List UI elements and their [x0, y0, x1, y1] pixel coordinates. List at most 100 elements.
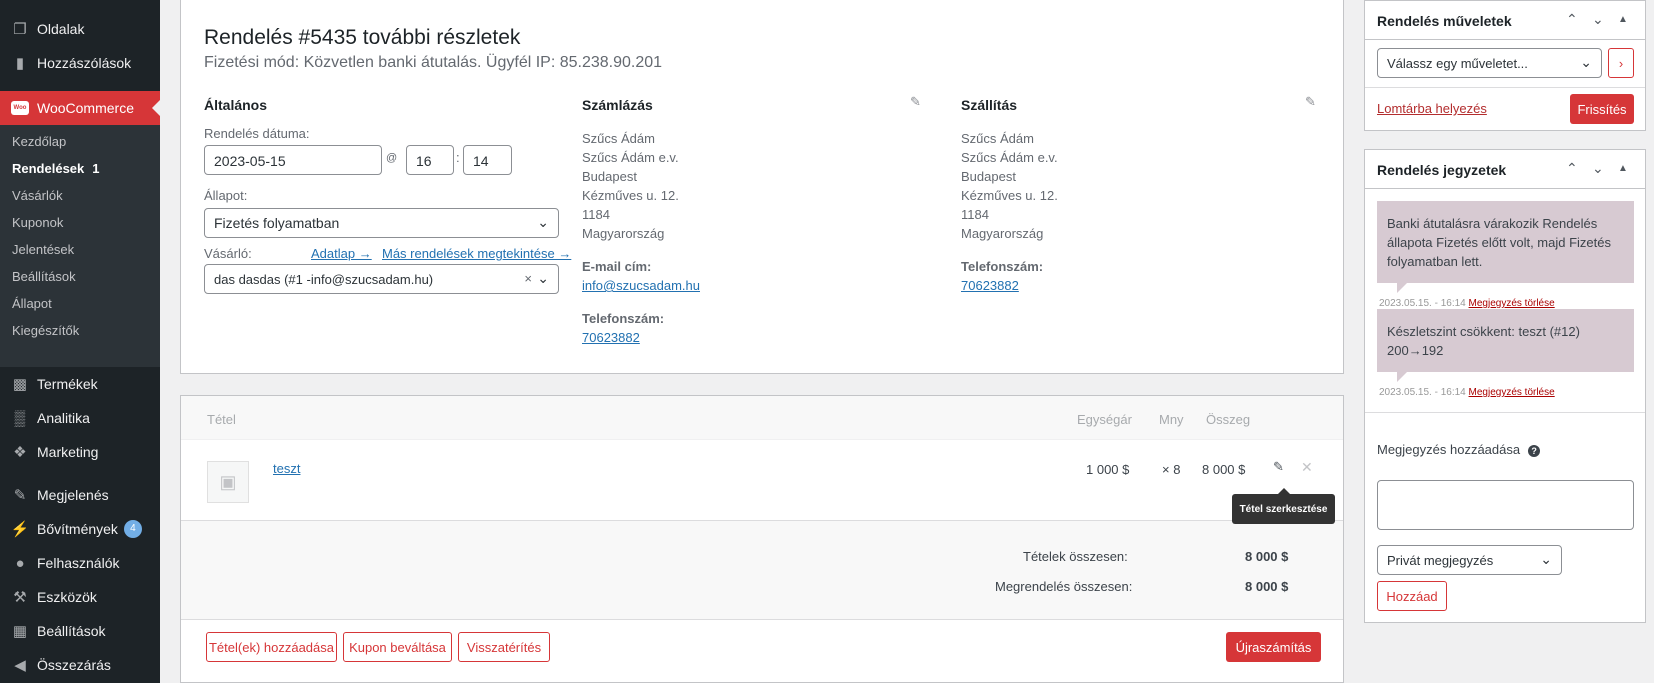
items-total-label: Tételek összesen:	[1023, 549, 1128, 564]
chevron-right-icon: ›	[1618, 55, 1624, 71]
billing-heading: Számlázás	[582, 97, 653, 113]
order-subtitle: Fizetési mód: Közvetlen banki átutalás. …	[204, 54, 663, 71]
billing-name: Szűcs Ádám	[582, 131, 655, 146]
edit-billing-pencil-icon[interactable]: ✎	[910, 94, 921, 110]
submenu-item-status[interactable]: Állapot	[12, 296, 52, 311]
submenu-item-orders[interactable]: Rendelések 1	[12, 161, 100, 176]
order-date-label: Rendelés dátuma:	[204, 126, 310, 141]
submenu-item-settings[interactable]: Beállítások	[12, 269, 76, 284]
edit-item-tooltip: Tétel szerkesztése	[1232, 488, 1335, 524]
menu-item-appearance[interactable]: ✎ Megjelenés	[0, 478, 160, 512]
order-note: Készletszint csökkent: teszt (#12) 200→1…	[1377, 309, 1634, 382]
add-note-button[interactable]: Hozzáad	[1377, 581, 1447, 611]
products-icon: ▩	[12, 376, 28, 393]
add-items-button[interactable]: Tétel(ek) hozzáadása	[206, 632, 337, 662]
order-title: Rendelés #5435 további részletek	[204, 26, 521, 49]
billing-city: Budapest	[582, 169, 637, 184]
plugins-icon: ⚡	[10, 521, 30, 538]
shipping-city: Budapest	[961, 169, 1016, 184]
billing-phone-label: Telefonszám:	[582, 311, 665, 326]
order-notes-box: Rendelés jegyzetek ⌃ ⌄ ▲ Banki átutalásr…	[1364, 149, 1646, 623]
menu-item-collapse[interactable]: ◀ Összezárás	[0, 648, 160, 682]
menu-item-woocommerce[interactable]: Woo WooCommerce	[0, 91, 160, 125]
delete-item-icon[interactable]: ✕	[1301, 459, 1313, 476]
apply-coupon-button[interactable]: Kupon beváltása	[343, 632, 452, 662]
order-items-panel: Tétel Egységár Mny Összeg ▣ teszt 1 000 …	[180, 395, 1344, 683]
toggle-panel-icon[interactable]: ▲	[1618, 14, 1628, 25]
order-data-panel: Rendelés #5435 további részletek Fizetés…	[180, 0, 1344, 374]
product-link[interactable]: teszt	[273, 461, 300, 476]
billing-country: Magyarország	[582, 226, 665, 241]
order-hour-input[interactable]: 16	[406, 145, 454, 175]
note-textarea[interactable]	[1377, 480, 1634, 530]
menu-item-products[interactable]: ▩ Termékek	[0, 367, 160, 401]
menu-item-comments[interactable]: ▮ Hozzászólások	[0, 46, 160, 80]
users-icon: ●	[15, 554, 25, 572]
move-to-trash-link[interactable]: Lomtárba helyezés	[1377, 101, 1487, 116]
recalculate-button[interactable]: Újraszámítás	[1226, 632, 1321, 662]
submenu-item-extensions[interactable]: Kiegészítők	[12, 323, 79, 338]
pages-icon: ❐	[13, 21, 27, 38]
collapse-icon: ◀	[14, 657, 26, 674]
col-qty: Mny	[1159, 412, 1184, 427]
refund-button[interactable]: Visszatérítés	[458, 632, 550, 662]
general-heading: Általános	[204, 97, 268, 113]
customer-label: Vásárló:	[204, 246, 252, 261]
billing-company: Szűcs Ádám e.v.	[582, 150, 679, 165]
order-total-label: Megrendelés összesen:	[995, 579, 1133, 594]
edit-item-pencil-icon[interactable]: ✎	[1273, 459, 1284, 475]
help-icon[interactable]: ?	[1528, 445, 1541, 457]
menu-item-users[interactable]: ● Felhasználók	[0, 546, 160, 580]
shipping-phone-link[interactable]: 70623882	[961, 278, 1019, 293]
menu-item-marketing[interactable]: ❖ Marketing	[0, 435, 160, 469]
tools-icon: ⚒	[13, 589, 27, 606]
time-colon: :	[456, 150, 460, 165]
submenu-item-reports[interactable]: Jelentések	[12, 242, 74, 257]
shipping-heading: Szállítás	[961, 97, 1018, 113]
note-type-select[interactable]: Privát megjegyzés ⌄	[1377, 545, 1562, 575]
other-orders-link[interactable]: Más rendelések megtekintése →	[382, 246, 571, 261]
edit-shipping-pencil-icon[interactable]: ✎	[1305, 94, 1316, 110]
customer-profile-link[interactable]: Adatlap →	[311, 246, 372, 261]
toggle-panel-icon[interactable]: ▲	[1618, 163, 1628, 174]
menu-item-analytics[interactable]: ▒ Analitika	[0, 401, 160, 435]
col-total: Összeg	[1206, 412, 1251, 427]
clear-customer-icon[interactable]: ×	[524, 271, 532, 286]
apply-action-button[interactable]: ›	[1608, 48, 1634, 78]
billing-postcode: 1184	[582, 207, 610, 222]
submenu-item-customers[interactable]: Vásárlók	[12, 188, 63, 203]
admin-sidebar: ❐ Oldalak ▮ Hozzászólások Woo WooCommerc…	[0, 0, 160, 683]
update-order-button[interactable]: Frissítés	[1570, 94, 1634, 124]
menu-item-settings[interactable]: ▦ Beállítások	[0, 614, 160, 648]
menu-item-pages[interactable]: ❐ Oldalak	[0, 12, 160, 46]
move-down-icon[interactable]: ⌄	[1592, 160, 1604, 177]
menu-item-tools[interactable]: ⚒ Eszközök	[0, 580, 160, 614]
move-up-icon[interactable]: ⌃	[1566, 11, 1578, 28]
submenu-item-coupons[interactable]: Kuponok	[12, 215, 63, 230]
billing-phone-link[interactable]: 70623882	[582, 330, 640, 345]
menu-item-plugins[interactable]: ⚡ Bővítmények 4	[0, 512, 160, 546]
order-minute-input[interactable]: 14	[463, 145, 512, 175]
submenu-item-home[interactable]: Kezdőlap	[12, 134, 66, 149]
billing-email-label: E-mail cím:	[582, 259, 652, 274]
order-action-select[interactable]: Válassz egy műveletet... ⌄	[1377, 48, 1602, 78]
note-meta: 2023.05.15. - 16:14 Megjegyzés törlése	[1379, 298, 1555, 309]
appearance-icon: ✎	[13, 487, 27, 504]
move-up-icon[interactable]: ⌃	[1566, 160, 1578, 177]
order-total-value: 8 000 $	[1245, 579, 1289, 594]
order-date-input[interactable]: 2023-05-15	[204, 145, 382, 175]
row-qty: × 8	[1162, 462, 1181, 477]
order-note: Banki átutalásra várakozik Rendelés álla…	[1377, 201, 1634, 293]
shipping-country: Magyarország	[961, 226, 1044, 241]
move-down-icon[interactable]: ⌄	[1592, 11, 1604, 28]
customer-select[interactable]: das dasdas (#1 -info@szucsadam.hu) × ⌄	[204, 264, 559, 294]
delete-note-link[interactable]: Megjegyzés törlése	[1469, 387, 1555, 398]
delete-note-link[interactable]: Megjegyzés törlése	[1469, 298, 1555, 309]
analytics-icon: ▒	[14, 409, 26, 427]
plugins-update-badge: 4	[123, 520, 142, 538]
order-actions-title: Rendelés műveletek	[1377, 13, 1512, 29]
billing-email-link[interactable]: info@szucsadam.hu	[582, 278, 700, 293]
row-total: 8 000 $	[1202, 462, 1246, 477]
product-placeholder-image-icon: ▣	[207, 461, 249, 503]
order-status-select[interactable]: Fizetés folyamatban ⌄	[204, 208, 559, 238]
